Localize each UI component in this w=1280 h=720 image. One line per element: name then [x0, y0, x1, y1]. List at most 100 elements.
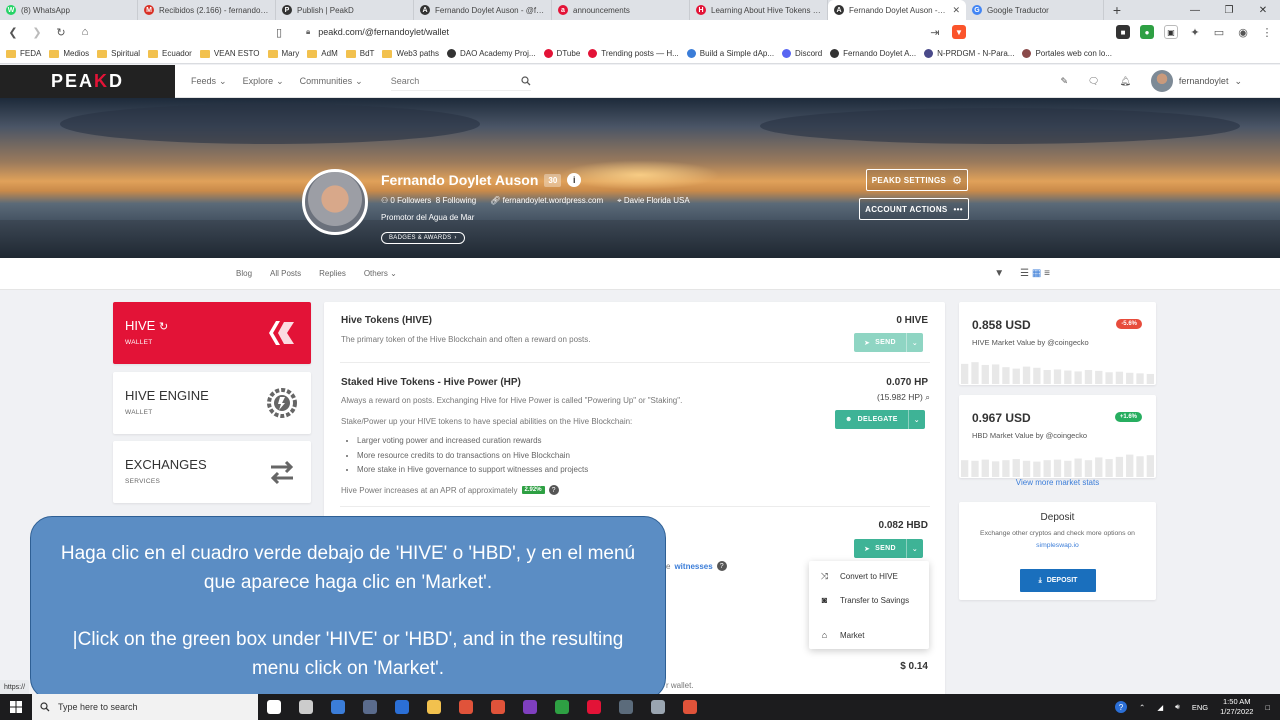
nav-explore[interactable]: Explore ⌄ [243, 76, 284, 87]
nav-communities[interactable]: Communities ⌄ [300, 76, 363, 87]
subnav-replies[interactable]: Replies [319, 269, 346, 278]
deposit-button[interactable]: ⤓ DEPOSIT [1020, 569, 1096, 592]
send-button-main[interactable]: ➤ SEND [854, 539, 906, 558]
filter-icon[interactable]: ▼ [994, 268, 1004, 279]
browser-tab[interactable]: W (8) WhatsApp [0, 0, 138, 20]
account-actions-button[interactable]: ACCOUNT ACTIONS ••• [859, 198, 969, 220]
bookmark-item[interactable]: Fernando Doylet A... [830, 49, 916, 58]
delegate-dropdown-toggle[interactable]: ⌄ [907, 410, 925, 429]
taskbar-app[interactable] [386, 694, 418, 720]
browser-tab[interactable]: A Fernando Doylet Auson - @ferna [414, 0, 552, 20]
bookmark-item[interactable]: Discord [782, 49, 822, 58]
bookmark-item[interactable]: DAO Academy Proj... [446, 49, 536, 58]
close-tab-icon[interactable]: ✕ [952, 5, 960, 16]
extension-icon[interactable]: ▣ [1164, 25, 1178, 39]
wallet-nav-hive-engine[interactable]: HIVE ENGINE WALLET [113, 372, 311, 434]
delegate-button-main[interactable]: ☻ DELEGATE [835, 410, 908, 429]
subnav-all-posts[interactable]: All Posts [270, 269, 301, 278]
peakd-logo[interactable]: PEA K D [0, 64, 175, 98]
bookmark-item[interactable]: DTube [543, 49, 580, 58]
menu-icon[interactable]: ⋮ [1260, 26, 1274, 39]
bookmark-item[interactable]: Portales web con lo... [1022, 49, 1112, 58]
address-bar[interactable]: 🔒︎ peakd.com/@fernandoylet/wallet [296, 23, 918, 41]
chevron-up-icon[interactable]: ⌃ [1139, 703, 1145, 712]
browser-tab[interactable]: M Recibidos (2.166) - fernandoylet [138, 0, 276, 20]
badges-awards-button[interactable]: BADGES & AWARDS › [381, 232, 465, 244]
more-market-stats-link[interactable]: View more market stats [959, 478, 1156, 487]
bookmark-item[interactable]: FEDA [6, 49, 41, 58]
website-link[interactable]: 🔗︎ fernandoylet.wordpress.com [490, 196, 603, 206]
user-menu[interactable]: fernandoylet ⌄ [1150, 70, 1242, 92]
menu-item-transfer-to-savings[interactable]: ◙ Transfer to Savings [819, 595, 909, 605]
list-view-icon[interactable]: ☰ [1020, 268, 1029, 279]
browser-tab[interactable]: A Fernando Doylet Auson - @ ✕ [828, 0, 966, 20]
clock[interactable]: 1:50 AM 1/27/2022 [1220, 697, 1253, 717]
bookmark-item[interactable]: VEAN ESTO [199, 49, 260, 58]
info-icon[interactable]: i [567, 173, 582, 187]
subnav-others[interactable]: Others ⌄ [364, 269, 397, 278]
new-tab-button[interactable]: + [1104, 0, 1130, 20]
witnesses-link[interactable]: witnesses [674, 562, 712, 571]
hp-balance[interactable]: 0.070 HP [830, 377, 928, 388]
bookmark-item[interactable]: BdT [345, 49, 374, 58]
search-icon[interactable] [521, 75, 531, 86]
delegate-button[interactable]: ☻ DELEGATE ⌄ [835, 410, 925, 429]
search-icon[interactable]: ⌕ [925, 392, 930, 402]
browser-tab[interactable]: H Learning About Hive Tokens and [690, 0, 828, 20]
bookmark-item[interactable]: Trending posts — H... [588, 49, 679, 58]
hive-balance[interactable]: 0 HIVE [830, 315, 928, 326]
refresh-icon[interactable]: ↻ [159, 321, 168, 333]
help-icon[interactable]: ? [1115, 701, 1128, 713]
bookmark-item[interactable]: Mary [267, 49, 299, 58]
taskbar-app[interactable] [546, 694, 578, 720]
chat-icon[interactable]: 🗨︎ [1088, 76, 1099, 87]
bookmark-item[interactable]: N-PRDGM - N-Para... [924, 49, 1014, 58]
hive-market-card[interactable]: 0.858 USD HIVE Market Value by @coingeck… [959, 302, 1156, 385]
bookmark-item[interactable]: Web3 paths [382, 49, 439, 58]
taskbar-app[interactable] [482, 694, 514, 720]
wallet-icon[interactable]: ▭ [1212, 26, 1226, 39]
volume-icon[interactable]: 🔊︎ [1175, 702, 1180, 712]
language-indicator[interactable]: ENG [1192, 703, 1208, 712]
taskbar-app[interactable] [514, 694, 546, 720]
forward-icon[interactable]: ❯ [30, 26, 44, 39]
browser-tab[interactable]: G Google Traductor [966, 0, 1104, 20]
taskbar-app[interactable] [642, 694, 674, 720]
bookmark-item[interactable]: Build a Simple dAp... [686, 49, 774, 58]
taskbar-app[interactable] [610, 694, 642, 720]
extensions-icon[interactable]: ✦ [1188, 26, 1202, 39]
bookmark-item[interactable]: Ecuador [148, 49, 192, 58]
notification-icon[interactable]: □ [1265, 703, 1270, 712]
help-icon[interactable]: ? [716, 561, 727, 571]
network-icon[interactable]: ◢ [1157, 703, 1163, 712]
taskbar-app[interactable] [322, 694, 354, 720]
help-icon[interactable]: ? [548, 485, 559, 495]
nav-feeds[interactable]: Feeds ⌄ [191, 76, 227, 87]
compact-view-icon[interactable]: ≡ [1044, 268, 1050, 279]
followers-stat[interactable]: ⚇ 0 Followers 8 Following [381, 196, 476, 206]
subnav-blog[interactable]: Blog [236, 269, 252, 278]
brave-shield-icon[interactable]: ▼ [952, 25, 966, 39]
pencil-icon[interactable]: ✎ [1060, 76, 1068, 87]
menu-item-convert-to-hive[interactable]: ⤨ Convert to HIVE [819, 571, 898, 582]
taskbar-app[interactable] [258, 694, 290, 720]
extension-icon[interactable]: ■ [1116, 25, 1130, 39]
send-button-main[interactable]: ➤ SEND [854, 333, 906, 352]
wallet-nav-exchanges[interactable]: EXCHANGES SERVICES [113, 441, 311, 503]
hbd-send-dropdown-toggle[interactable]: ⌄ [905, 539, 923, 558]
menu-item-market[interactable]: ⌂ Market [819, 630, 865, 640]
browser-tab[interactable]: P Publish | PeakD [276, 0, 414, 20]
browser-tab[interactable]: a announcements [552, 0, 690, 20]
taskbar-search[interactable]: Type here to search [32, 694, 258, 720]
profile-avatar[interactable] [302, 169, 368, 235]
minimize-icon[interactable]: — [1178, 0, 1212, 20]
hbd-send-button[interactable]: ➤ SEND ⌄ [854, 539, 923, 558]
home-icon[interactable]: ⌂ [78, 26, 92, 38]
hbd-market-card[interactable]: 0.967 USD HBD Market Value by @coingecko… [959, 395, 1156, 478]
taskbar-app[interactable] [418, 694, 450, 720]
bookmark-page-icon[interactable]: ▯ [272, 26, 286, 39]
restore-icon[interactable]: ❐ [1212, 0, 1246, 20]
grid-view-icon[interactable]: ▦ [1032, 268, 1041, 279]
bookmark-item[interactable]: AdM [307, 49, 338, 58]
profile-icon[interactable]: ◉ [1236, 26, 1250, 39]
